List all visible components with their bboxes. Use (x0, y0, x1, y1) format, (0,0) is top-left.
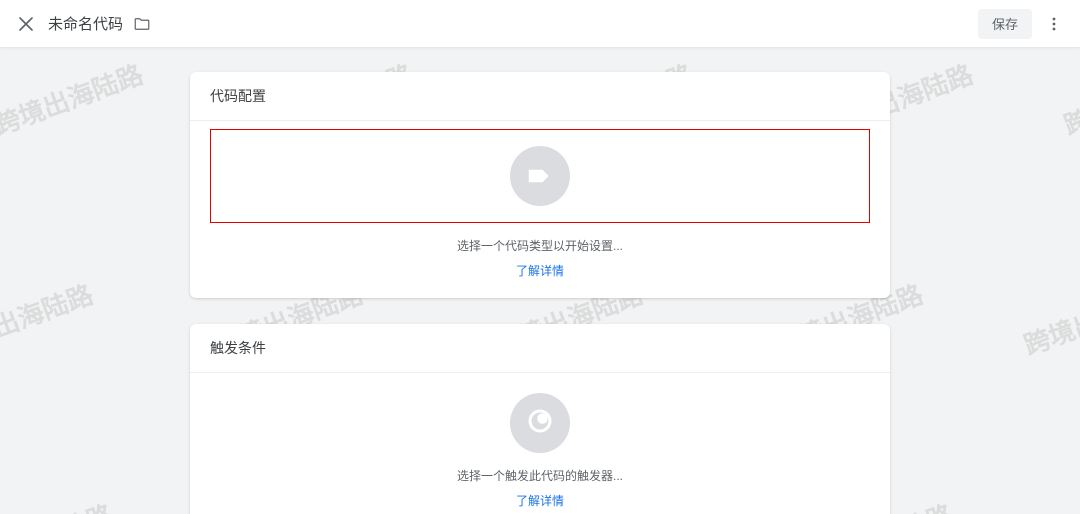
more-icon[interactable] (1040, 10, 1068, 38)
watermark: 跨境出海陆路 (0, 54, 148, 142)
close-icon[interactable] (12, 10, 40, 38)
trigger-config-card: 触发条件 选择一个触发此代码的触发器... 了解详情 (190, 324, 890, 514)
save-button[interactable]: 保存 (978, 9, 1032, 39)
watermark: 跨境出海陆路 (1038, 494, 1080, 514)
trigger-helper-text: 选择一个触发此代码的触发器... (210, 467, 870, 484)
header-bar: 未命名代码 保存 (0, 0, 1080, 48)
trigger-learn-more-link[interactable]: 了解详情 (516, 492, 564, 509)
trigger-config-heading: 触发条件 (190, 324, 890, 373)
tag-helper-text: 选择一个代码类型以开始设置... (210, 237, 870, 254)
tag-type-selector[interactable] (210, 129, 870, 223)
tag-config-card: 代码配置 选择一个代码类型以开始设置... 了解详情 (190, 72, 890, 298)
trigger-icon (525, 406, 555, 441)
trigger-selector[interactable] (510, 393, 570, 453)
watermark: 跨境出海陆路 (1058, 54, 1080, 142)
watermark: 跨境出海陆路 (0, 494, 118, 514)
watermark: 跨境出海陆路 (1018, 274, 1080, 362)
tag-icon (510, 146, 570, 206)
watermark: 跨境出海陆路 (0, 274, 98, 362)
tag-learn-more-link[interactable]: 了解详情 (516, 262, 564, 279)
page-title[interactable]: 未命名代码 (48, 13, 123, 34)
content-column: 代码配置 选择一个代码类型以开始设置... 了解详情 触发条件 选择一个触发此代… (190, 72, 890, 514)
tag-config-heading: 代码配置 (190, 72, 890, 121)
folder-icon[interactable] (133, 15, 151, 33)
